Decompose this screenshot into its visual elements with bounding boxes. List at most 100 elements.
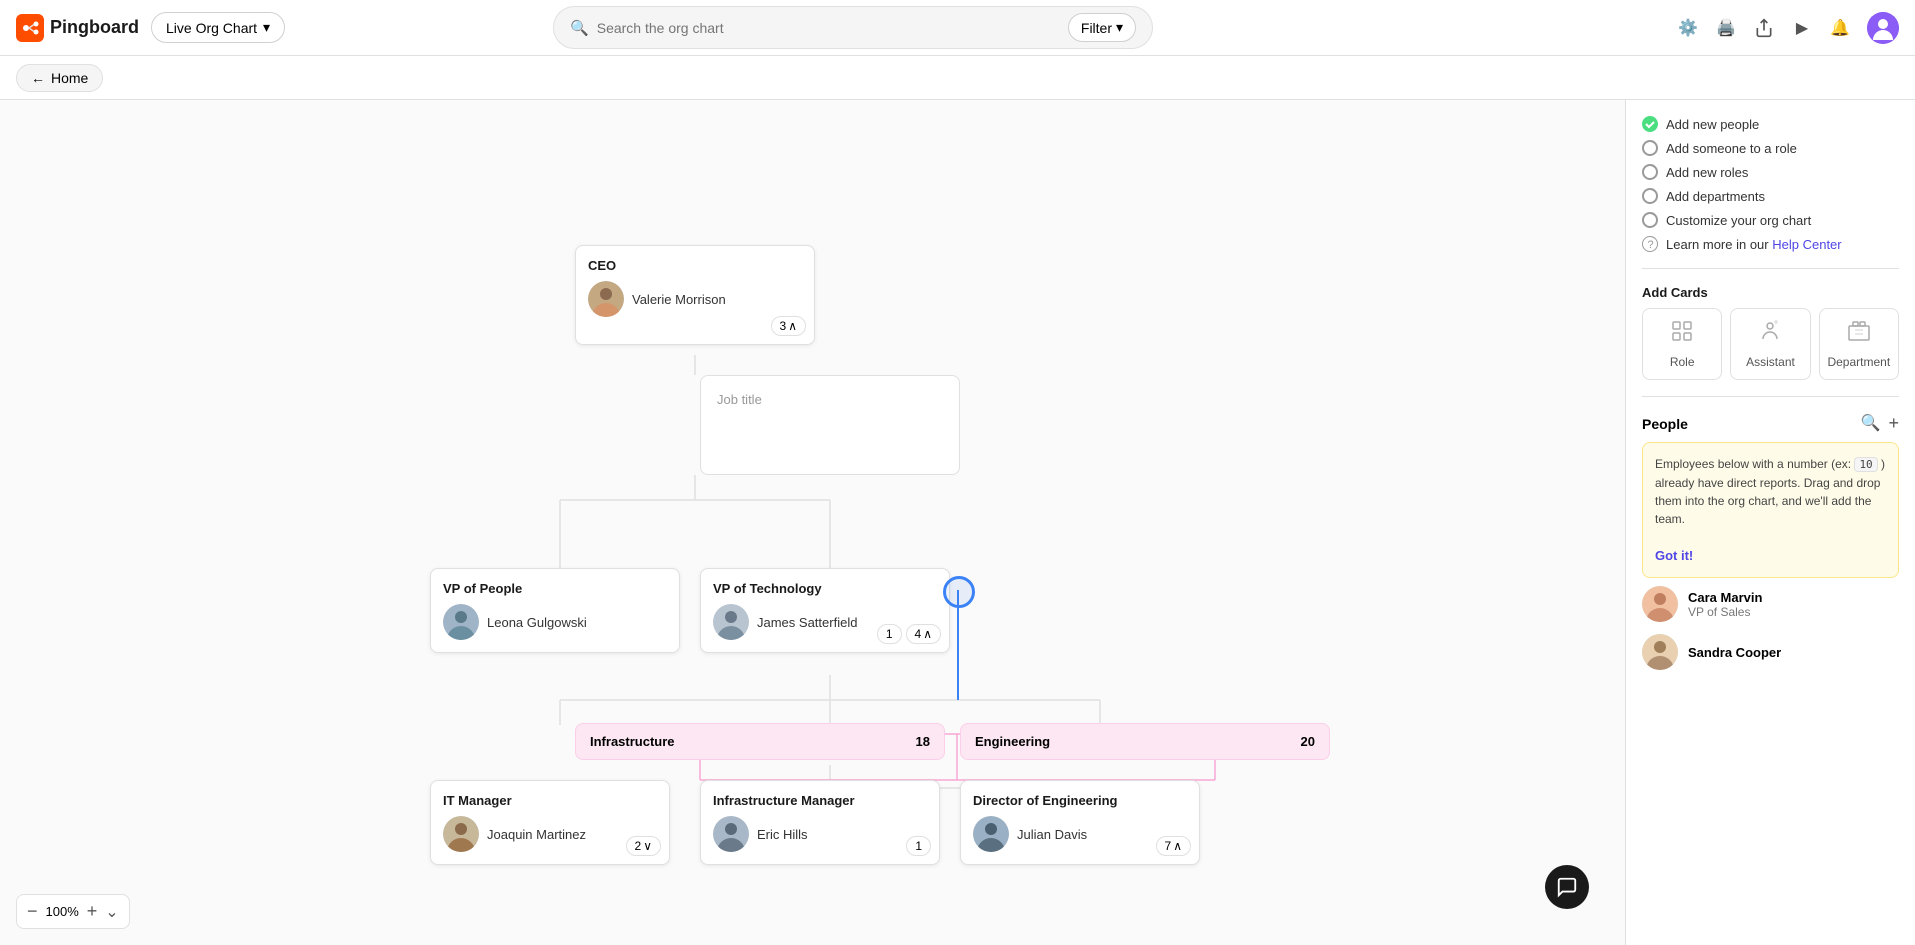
chevron-down-icon: ▾ <box>263 19 270 36</box>
action-add-people[interactable]: Add new people <box>1642 116 1899 132</box>
vp-tech-title: VP of Technology <box>713 581 937 596</box>
vp-people-node[interactable]: VP of People Leona Gulgowski <box>430 568 680 653</box>
it-manager-expand[interactable]: 2 ∨ <box>626 836 661 856</box>
ceo-title: CEO <box>588 258 802 273</box>
action-help: ? Learn more in our Help Center <box>1642 236 1899 252</box>
zoom-more-icon[interactable]: ⌄ <box>105 902 118 922</box>
it-manager-node[interactable]: IT Manager Joaquin Martinez 2 ∨ <box>430 780 670 865</box>
action-customize[interactable]: Customize your org chart <box>1642 212 1899 228</box>
vp-tech-expand2[interactable]: 4 ∧ <box>906 624 941 644</box>
settings-icon[interactable]: ⚙️ <box>1677 17 1699 39</box>
filter-button[interactable]: Filter ▾ <box>1068 13 1136 42</box>
ceo-expand-badge[interactable]: 3 ∧ <box>771 316 806 336</box>
card-assistant-label: Assistant <box>1746 355 1795 369</box>
action-add-new-roles-label: Add new roles <box>1666 165 1748 180</box>
vp-tech-avatar <box>713 604 749 640</box>
people-section: People 🔍 + Employees below with a number… <box>1642 413 1899 670</box>
job-title-node[interactable]: Job title <box>700 375 960 475</box>
divider-2 <box>1642 396 1899 397</box>
sandra-cooper-info: Sandra Cooper <box>1688 645 1781 660</box>
radio-icon-4 <box>1642 212 1658 228</box>
action-add-depts[interactable]: Add departments <box>1642 188 1899 204</box>
action-add-role[interactable]: Add someone to a role <box>1642 140 1899 156</box>
dir-eng-person-row: Julian Davis <box>973 816 1187 852</box>
play-icon[interactable]: ▶ <box>1791 17 1813 39</box>
people-header: People 🔍 + <box>1642 413 1899 434</box>
people-list: Cara Marvin VP of Sales Sandra Cooper <box>1642 586 1899 670</box>
card-department[interactable]: Department <box>1819 308 1899 380</box>
add-cards-title: Add Cards <box>1642 285 1899 300</box>
radio-icon-3 <box>1642 188 1658 204</box>
add-cards-grid: Role Assistant Department <box>1642 308 1899 380</box>
it-manager-name: Joaquin Martinez <box>487 827 586 842</box>
infra-manager-node[interactable]: Infrastructure Manager Eric Hills 1 <box>700 780 940 865</box>
dir-eng-node[interactable]: Director of Engineering Julian Davis 7 ∧ <box>960 780 1200 865</box>
search-icon: 🔍 <box>570 19 589 37</box>
chart-selector-label: Live Org Chart <box>166 20 257 36</box>
search-input[interactable] <box>597 20 1060 36</box>
infra-manager-person-row: Eric Hills <box>713 816 927 852</box>
vp-tech-node[interactable]: VP of Technology James Satterfield 1 4 ∧ <box>700 568 950 653</box>
ceo-node[interactable]: CEO Valerie Morrison 3 ∧ <box>575 245 815 345</box>
cara-marvin-title: VP of Sales <box>1688 605 1762 619</box>
back-arrow-icon: ← <box>31 70 45 86</box>
action-add-people-label: Add new people <box>1666 117 1759 132</box>
search-bar[interactable]: 🔍 Filter ▾ <box>553 6 1153 49</box>
radio-icon-2 <box>1642 164 1658 180</box>
dir-eng-name: Julian Davis <box>1017 827 1087 842</box>
notifications-icon[interactable]: 🔔 <box>1829 17 1851 39</box>
vp-people-person-row: Leona Gulgowski <box>443 604 667 640</box>
infrastructure-dept[interactable]: Infrastructure 18 <box>575 723 945 760</box>
header-icons: ⚙️ 🖨️ ▶ 🔔 <box>1677 12 1899 44</box>
dir-eng-avatar <box>973 816 1009 852</box>
user-avatar[interactable] <box>1867 12 1899 44</box>
infra-manager-title: Infrastructure Manager <box>713 793 927 808</box>
eng-dept-count: 20 <box>1301 734 1315 749</box>
help-center-link[interactable]: Help Center <box>1772 237 1841 252</box>
list-item[interactable]: Sandra Cooper <box>1642 634 1899 670</box>
cara-marvin-info: Cara Marvin VP of Sales <box>1688 590 1762 619</box>
filter-chevron-icon: ▾ <box>1116 19 1123 36</box>
sandra-cooper-name: Sandra Cooper <box>1688 645 1781 660</box>
vp-tech-expand1[interactable]: 1 <box>877 624 902 644</box>
share-icon[interactable] <box>1753 17 1775 39</box>
people-search-icon[interactable]: 🔍 <box>1861 413 1881 434</box>
role-card-icon <box>1670 319 1694 349</box>
main-layout: CEO Valerie Morrison 3 ∧ Job title VP of… <box>0 100 1915 945</box>
list-item[interactable]: Cara Marvin VP of Sales <box>1642 586 1899 622</box>
zoom-in-button[interactable]: + <box>87 901 98 922</box>
people-add-icon[interactable]: + <box>1888 413 1899 434</box>
it-manager-avatar <box>443 816 479 852</box>
dir-eng-title: Director of Engineering <box>973 793 1187 808</box>
action-add-new-roles[interactable]: Add new roles <box>1642 164 1899 180</box>
home-button[interactable]: ← Home <box>16 64 103 92</box>
vp-people-avatar <box>443 604 479 640</box>
action-help-label: Learn more in our Help Center <box>1666 237 1842 252</box>
org-chart-area[interactable]: CEO Valerie Morrison 3 ∧ Job title VP of… <box>0 100 1625 945</box>
infra-manager-expand[interactable]: 1 <box>906 836 931 856</box>
cara-marvin-name: Cara Marvin <box>1688 590 1762 605</box>
dir-eng-expand[interactable]: 7 ∧ <box>1156 836 1191 856</box>
infra-manager-avatar <box>713 816 749 852</box>
svg-text:?: ? <box>1648 239 1654 251</box>
got-it-link[interactable]: Got it! <box>1655 548 1693 563</box>
card-department-label: Department <box>1827 355 1890 369</box>
pingboard-logo-icon <box>16 14 44 42</box>
job-title-placeholder: Job title <box>717 392 762 407</box>
action-add-role-label: Add someone to a role <box>1666 141 1797 156</box>
action-list: Add new people Add someone to a role Add… <box>1642 116 1899 252</box>
chart-selector-button[interactable]: Live Org Chart ▾ <box>151 12 285 43</box>
zoom-out-button[interactable]: − <box>27 901 38 922</box>
engineering-dept[interactable]: Engineering 20 <box>960 723 1330 760</box>
filter-label: Filter <box>1081 20 1112 36</box>
people-header-actions: 🔍 + <box>1861 413 1899 434</box>
sandra-cooper-avatar <box>1642 634 1678 670</box>
vp-people-name: Leona Gulgowski <box>487 615 587 630</box>
print-icon[interactable]: 🖨️ <box>1715 17 1737 39</box>
card-assistant[interactable]: Assistant <box>1730 308 1810 380</box>
app-name: Pingboard <box>50 17 139 38</box>
card-role[interactable]: Role <box>1642 308 1722 380</box>
infra-manager-name: Eric Hills <box>757 827 808 842</box>
action-add-depts-label: Add departments <box>1666 189 1765 204</box>
ceo-avatar <box>588 281 624 317</box>
